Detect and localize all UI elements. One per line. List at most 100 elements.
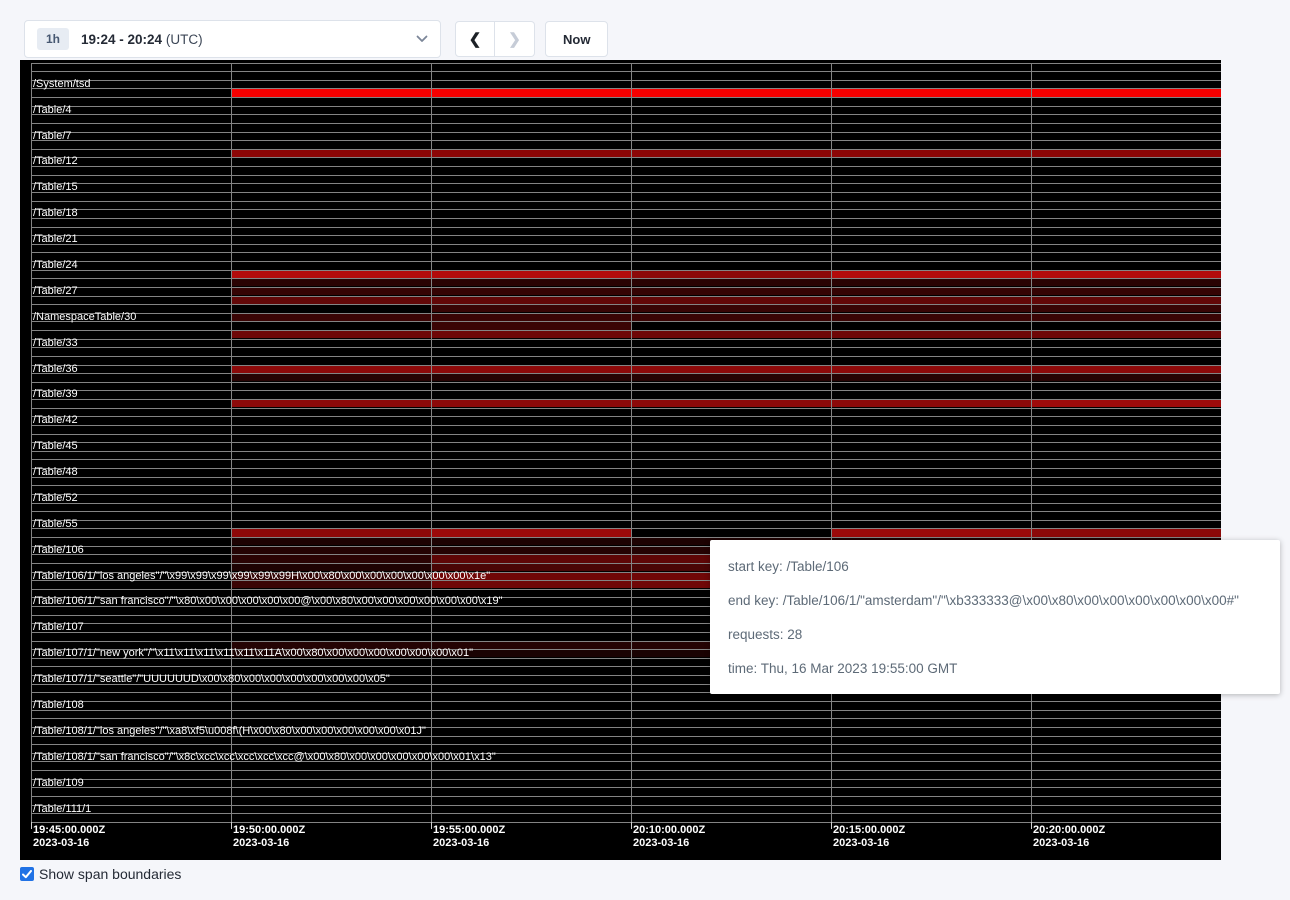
span-boundary-line bbox=[31, 718, 1221, 719]
heat-band[interactable] bbox=[431, 538, 631, 545]
heat-band[interactable] bbox=[231, 279, 431, 286]
heat-band[interactable] bbox=[231, 400, 431, 407]
heat-band[interactable] bbox=[831, 366, 1031, 373]
heat-band[interactable] bbox=[431, 331, 631, 338]
heat-band[interactable] bbox=[231, 538, 431, 545]
heat-band[interactable] bbox=[431, 374, 631, 381]
x-axis-date: 2023-03-16 bbox=[33, 837, 105, 850]
heat-band[interactable] bbox=[631, 314, 831, 321]
span-boundary-line bbox=[31, 511, 1221, 512]
span-boundary-line bbox=[31, 503, 1221, 504]
heat-band[interactable] bbox=[631, 366, 831, 373]
heat-band[interactable] bbox=[431, 271, 631, 278]
heat-band[interactable] bbox=[1031, 288, 1221, 295]
heat-band[interactable] bbox=[831, 297, 1031, 304]
span-row-label: /System/tsd bbox=[33, 78, 90, 90]
time-gridline bbox=[831, 63, 832, 822]
heat-band[interactable] bbox=[1031, 374, 1221, 381]
heat-band[interactable] bbox=[631, 279, 831, 286]
heat-band[interactable] bbox=[831, 288, 1031, 295]
span-row-label: /Table/15 bbox=[33, 181, 78, 193]
span-boundary-line bbox=[31, 71, 1221, 72]
heat-band[interactable] bbox=[431, 547, 631, 554]
show-span-boundaries-checkbox[interactable] bbox=[20, 867, 34, 881]
x-axis-label: 20:15:00.000Z2023-03-16 bbox=[833, 824, 905, 850]
heat-band[interactable] bbox=[431, 581, 631, 588]
heat-band[interactable] bbox=[1031, 400, 1221, 407]
heat-band[interactable] bbox=[431, 297, 631, 304]
heat-band[interactable] bbox=[831, 331, 1031, 338]
prev-range-button[interactable]: ❮ bbox=[455, 21, 495, 57]
span-row-label: /Table/55 bbox=[33, 518, 78, 530]
heat-band[interactable] bbox=[231, 89, 431, 96]
heat-band[interactable] bbox=[831, 279, 1031, 286]
next-range-button[interactable]: ❯ bbox=[495, 21, 535, 57]
heat-band[interactable] bbox=[431, 529, 631, 536]
heat-band[interactable] bbox=[1031, 271, 1221, 278]
heat-band[interactable] bbox=[831, 529, 1031, 536]
heat-band[interactable] bbox=[231, 374, 431, 381]
heat-band[interactable] bbox=[831, 314, 1031, 321]
heat-band[interactable] bbox=[1031, 366, 1221, 373]
heat-band[interactable] bbox=[431, 555, 631, 562]
heat-band[interactable] bbox=[1031, 314, 1221, 321]
axis-tick bbox=[631, 822, 632, 829]
heat-band[interactable] bbox=[431, 314, 631, 321]
heat-band[interactable] bbox=[631, 400, 831, 407]
heat-band[interactable] bbox=[231, 581, 431, 588]
heat-band[interactable] bbox=[431, 89, 631, 96]
heat-band[interactable] bbox=[1031, 305, 1221, 312]
heat-band[interactable] bbox=[231, 271, 431, 278]
heat-band[interactable] bbox=[1031, 529, 1221, 536]
heat-band[interactable] bbox=[231, 529, 431, 536]
heat-band[interactable] bbox=[1031, 279, 1221, 286]
heat-band[interactable] bbox=[231, 288, 431, 295]
tooltip-start-key: start key: /Table/106 bbox=[728, 550, 1262, 584]
heat-band[interactable] bbox=[431, 400, 631, 407]
heat-band[interactable] bbox=[1031, 297, 1221, 304]
heat-band[interactable] bbox=[631, 271, 831, 278]
heat-band[interactable] bbox=[831, 400, 1031, 407]
heat-band[interactable] bbox=[231, 547, 431, 554]
heat-band[interactable] bbox=[831, 271, 1031, 278]
heat-band[interactable] bbox=[631, 297, 831, 304]
heat-band[interactable] bbox=[431, 288, 631, 295]
heat-band[interactable] bbox=[431, 150, 631, 157]
x-axis-time: 19:45:00.000Z bbox=[33, 824, 105, 837]
time-range-selector[interactable]: 1h 19:24 - 20:24 (UTC) bbox=[24, 20, 441, 58]
heat-band[interactable] bbox=[1031, 331, 1221, 338]
heat-band[interactable] bbox=[1031, 150, 1221, 157]
heat-band[interactable] bbox=[231, 331, 431, 338]
heat-band[interactable] bbox=[831, 150, 1031, 157]
time-range-nav: ❮ ❯ bbox=[455, 21, 535, 57]
heat-band[interactable] bbox=[631, 150, 831, 157]
heat-band[interactable] bbox=[631, 331, 831, 338]
span-row-label: /Table/107/1/"seattle"/"UUUUUUD\x00\x80\… bbox=[33, 673, 390, 685]
span-boundary-line bbox=[31, 235, 1221, 236]
span-boundary-line bbox=[31, 88, 1221, 89]
time-gridline bbox=[1031, 63, 1032, 822]
heat-band[interactable] bbox=[631, 288, 831, 295]
heat-band[interactable] bbox=[231, 297, 431, 304]
heat-band[interactable] bbox=[831, 89, 1031, 96]
now-button[interactable]: Now bbox=[545, 21, 608, 57]
axis-tick bbox=[1031, 822, 1032, 829]
heat-band[interactable] bbox=[431, 366, 631, 373]
heat-band[interactable] bbox=[431, 322, 631, 329]
span-boundary-line bbox=[31, 813, 1221, 814]
heat-band[interactable] bbox=[231, 366, 431, 373]
heat-band[interactable] bbox=[231, 150, 431, 157]
heat-band[interactable] bbox=[631, 374, 831, 381]
heat-band[interactable] bbox=[631, 305, 831, 312]
heat-band[interactable] bbox=[1031, 89, 1221, 96]
key-visualizer-canvas[interactable]: /System/tsd/Table/4/Table/7/Table/12/Tab… bbox=[20, 60, 1221, 860]
heat-band[interactable] bbox=[231, 555, 431, 562]
x-axis-date: 2023-03-16 bbox=[233, 837, 305, 850]
heat-band[interactable] bbox=[831, 374, 1031, 381]
heat-band[interactable] bbox=[431, 305, 631, 312]
heat-band[interactable] bbox=[231, 314, 431, 321]
span-row-label: /Table/106 bbox=[33, 544, 84, 556]
heat-band[interactable] bbox=[631, 89, 831, 96]
heat-band[interactable] bbox=[831, 305, 1031, 312]
heat-band[interactable] bbox=[431, 279, 631, 286]
